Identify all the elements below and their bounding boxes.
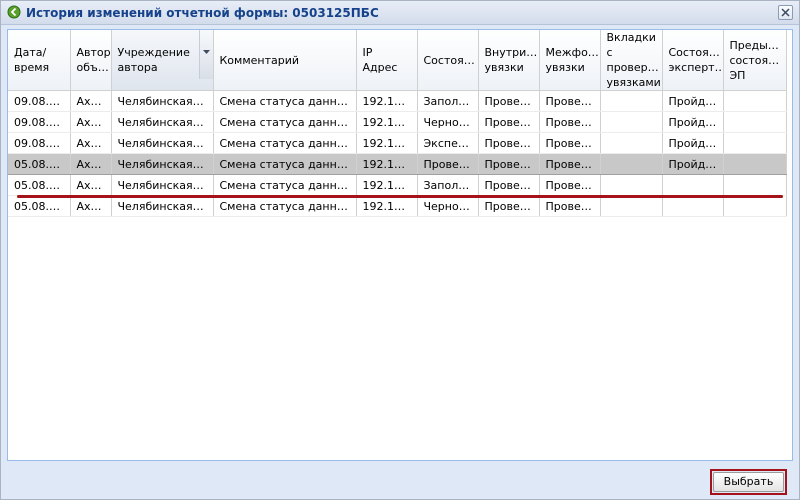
- dialog-title: История изменений отчетной формы: 050312…: [26, 6, 379, 20]
- cell-ip: 192.168…: [356, 111, 418, 133]
- cell-internal-links: Провер…: [478, 132, 540, 154]
- cell-tabs-checked: [600, 174, 663, 196]
- column-menu-trigger[interactable]: [198, 30, 212, 79]
- cell-tabs-checked: [600, 132, 663, 154]
- cell-author: Ах…: [70, 132, 112, 154]
- cell-ip: 192.168…: [356, 195, 418, 217]
- column-header-author[interactable]: Автор объ…: [70, 30, 112, 91]
- table-row[interactable]: 05.08.2… Ах… Челябинская о… Смена статус…: [8, 195, 787, 217]
- cell-interform-links: Провер…: [539, 111, 601, 133]
- column-header-interform-links[interactable]: Межфо… увязки: [539, 30, 601, 91]
- dialog-footer: [1, 463, 799, 499]
- cell-prev-signature: [723, 132, 787, 154]
- cell-status: Черновик: [417, 111, 479, 133]
- cell-ip: 192.168…: [356, 174, 418, 196]
- column-header-tabs-checked[interactable]: Вкладки с провер… увязками: [600, 30, 663, 91]
- cell-author: Ах…: [70, 195, 112, 217]
- table-header-row: Дата/ время Автор объ… Учреждение автора…: [8, 30, 787, 91]
- cell-institution: Челябинская о…: [111, 153, 214, 175]
- cell-prev-signature: [723, 174, 787, 196]
- cell-date: 09.08.2…: [8, 111, 71, 133]
- cell-interform-links: Провер…: [539, 174, 601, 196]
- cell-comment: Смена статуса данных …: [213, 90, 357, 112]
- cell-internal-links: Провер…: [478, 153, 540, 175]
- cell-interform-links: Провер…: [539, 195, 601, 217]
- cell-author: Ах…: [70, 174, 112, 196]
- column-header-institution[interactable]: Учреждение автора: [111, 30, 214, 91]
- cell-comment: Смена статуса данных …: [213, 132, 357, 154]
- cell-prev-signature: [723, 90, 787, 112]
- cell-date: 05.08.2…: [8, 153, 71, 175]
- cell-expert-status: Пройде…: [662, 132, 724, 154]
- cell-comment: Смена статуса данных …: [213, 111, 357, 133]
- cell-date: 09.08.2…: [8, 90, 71, 112]
- cell-ip: 192.168…: [356, 153, 418, 175]
- cell-institution: Челябинская о…: [111, 174, 214, 196]
- cell-internal-links: Провер…: [478, 90, 540, 112]
- cell-expert-status: [662, 195, 724, 217]
- select-button[interactable]: Выбрать: [713, 472, 784, 492]
- history-icon: [7, 5, 21, 19]
- column-header-expert-status[interactable]: Состоя… эксперт…: [662, 30, 724, 91]
- cell-expert-status: Пройде…: [662, 90, 724, 112]
- cell-status: Экспер…: [417, 132, 479, 154]
- column-header-internal-links[interactable]: Внутри… увязки: [478, 30, 540, 91]
- column-header-comment[interactable]: Комментарий: [213, 30, 357, 91]
- cell-institution: Челябинская о…: [111, 195, 214, 217]
- cell-comment: Смена статуса данных …: [213, 195, 357, 217]
- cell-tabs-checked: [600, 195, 663, 217]
- column-header-status[interactable]: Состоя…: [417, 30, 479, 91]
- cell-author: Ах…: [70, 111, 112, 133]
- cell-status: Заполн…: [417, 90, 479, 112]
- cell-ip: 192.168…: [356, 132, 418, 154]
- cell-expert-status: Пройде…: [662, 111, 724, 133]
- cell-tabs-checked: [600, 153, 663, 175]
- history-table: Дата/ время Автор объ… Учреждение автора…: [8, 30, 787, 217]
- cell-interform-links: Провер…: [539, 153, 601, 175]
- cell-expert-status: Пройде…: [662, 153, 724, 175]
- history-grid[interactable]: Дата/ время Автор объ… Учреждение автора…: [7, 29, 793, 461]
- cell-prev-signature: [723, 153, 787, 175]
- cell-prev-signature: [723, 111, 787, 133]
- close-icon: [781, 8, 790, 17]
- column-header-date[interactable]: Дата/ время: [8, 30, 71, 91]
- history-dialog: История изменений отчетной формы: 050312…: [0, 0, 800, 500]
- cell-interform-links: Провер…: [539, 90, 601, 112]
- cell-ip: 192.168…: [356, 90, 418, 112]
- cell-status: Заполн…: [417, 174, 479, 196]
- table-row-selected[interactable]: 05.08.2… Ах… Челябинская о… Смена статус…: [8, 153, 787, 175]
- cell-tabs-checked: [600, 111, 663, 133]
- table-row[interactable]: 09.08.2… Ах… Челябинская о… Смена статус…: [8, 132, 787, 154]
- cell-date: 05.08.2…: [8, 195, 71, 217]
- table-row[interactable]: 05.08.2… Ах… Челябинская о… Смена статус…: [8, 174, 787, 196]
- cell-date: 05.08.2…: [8, 174, 71, 196]
- column-header-prev-signature[interactable]: Преды… состоя… ЭП: [723, 30, 787, 91]
- cell-status: Провер…: [417, 153, 479, 175]
- cell-date: 09.08.2…: [8, 132, 71, 154]
- cell-comment: Смена статуса данных …: [213, 153, 357, 175]
- dialog-titlebar[interactable]: История изменений отчетной формы: 050312…: [1, 1, 799, 25]
- cell-internal-links: Провер…: [478, 111, 540, 133]
- cell-author: Ах…: [70, 153, 112, 175]
- cell-institution: Челябинская о…: [111, 111, 214, 133]
- chevron-down-icon: [202, 50, 210, 54]
- cell-internal-links: Провер…: [478, 174, 540, 196]
- cell-interform-links: Провер…: [539, 132, 601, 154]
- column-header-ip[interactable]: IP Адрес: [356, 30, 418, 91]
- table-row[interactable]: 09.08.2… Ах… Челябинская о… Смена статус…: [8, 90, 787, 112]
- cell-comment: Смена статуса данных …: [213, 174, 357, 196]
- cell-prev-signature: [723, 195, 787, 217]
- cell-author: Ах…: [70, 90, 112, 112]
- close-button[interactable]: [778, 5, 793, 20]
- table-row[interactable]: 09.08.2… Ах… Челябинская о… Смена статус…: [8, 111, 787, 133]
- cell-institution: Челябинская о…: [111, 132, 214, 154]
- selection-highlight-underline: [17, 195, 783, 198]
- cell-internal-links: Провер…: [478, 195, 540, 217]
- cell-tabs-checked: [600, 90, 663, 112]
- cell-institution: Челябинская о…: [111, 90, 214, 112]
- cell-expert-status: [662, 174, 724, 196]
- cell-status: Черновик: [417, 195, 479, 217]
